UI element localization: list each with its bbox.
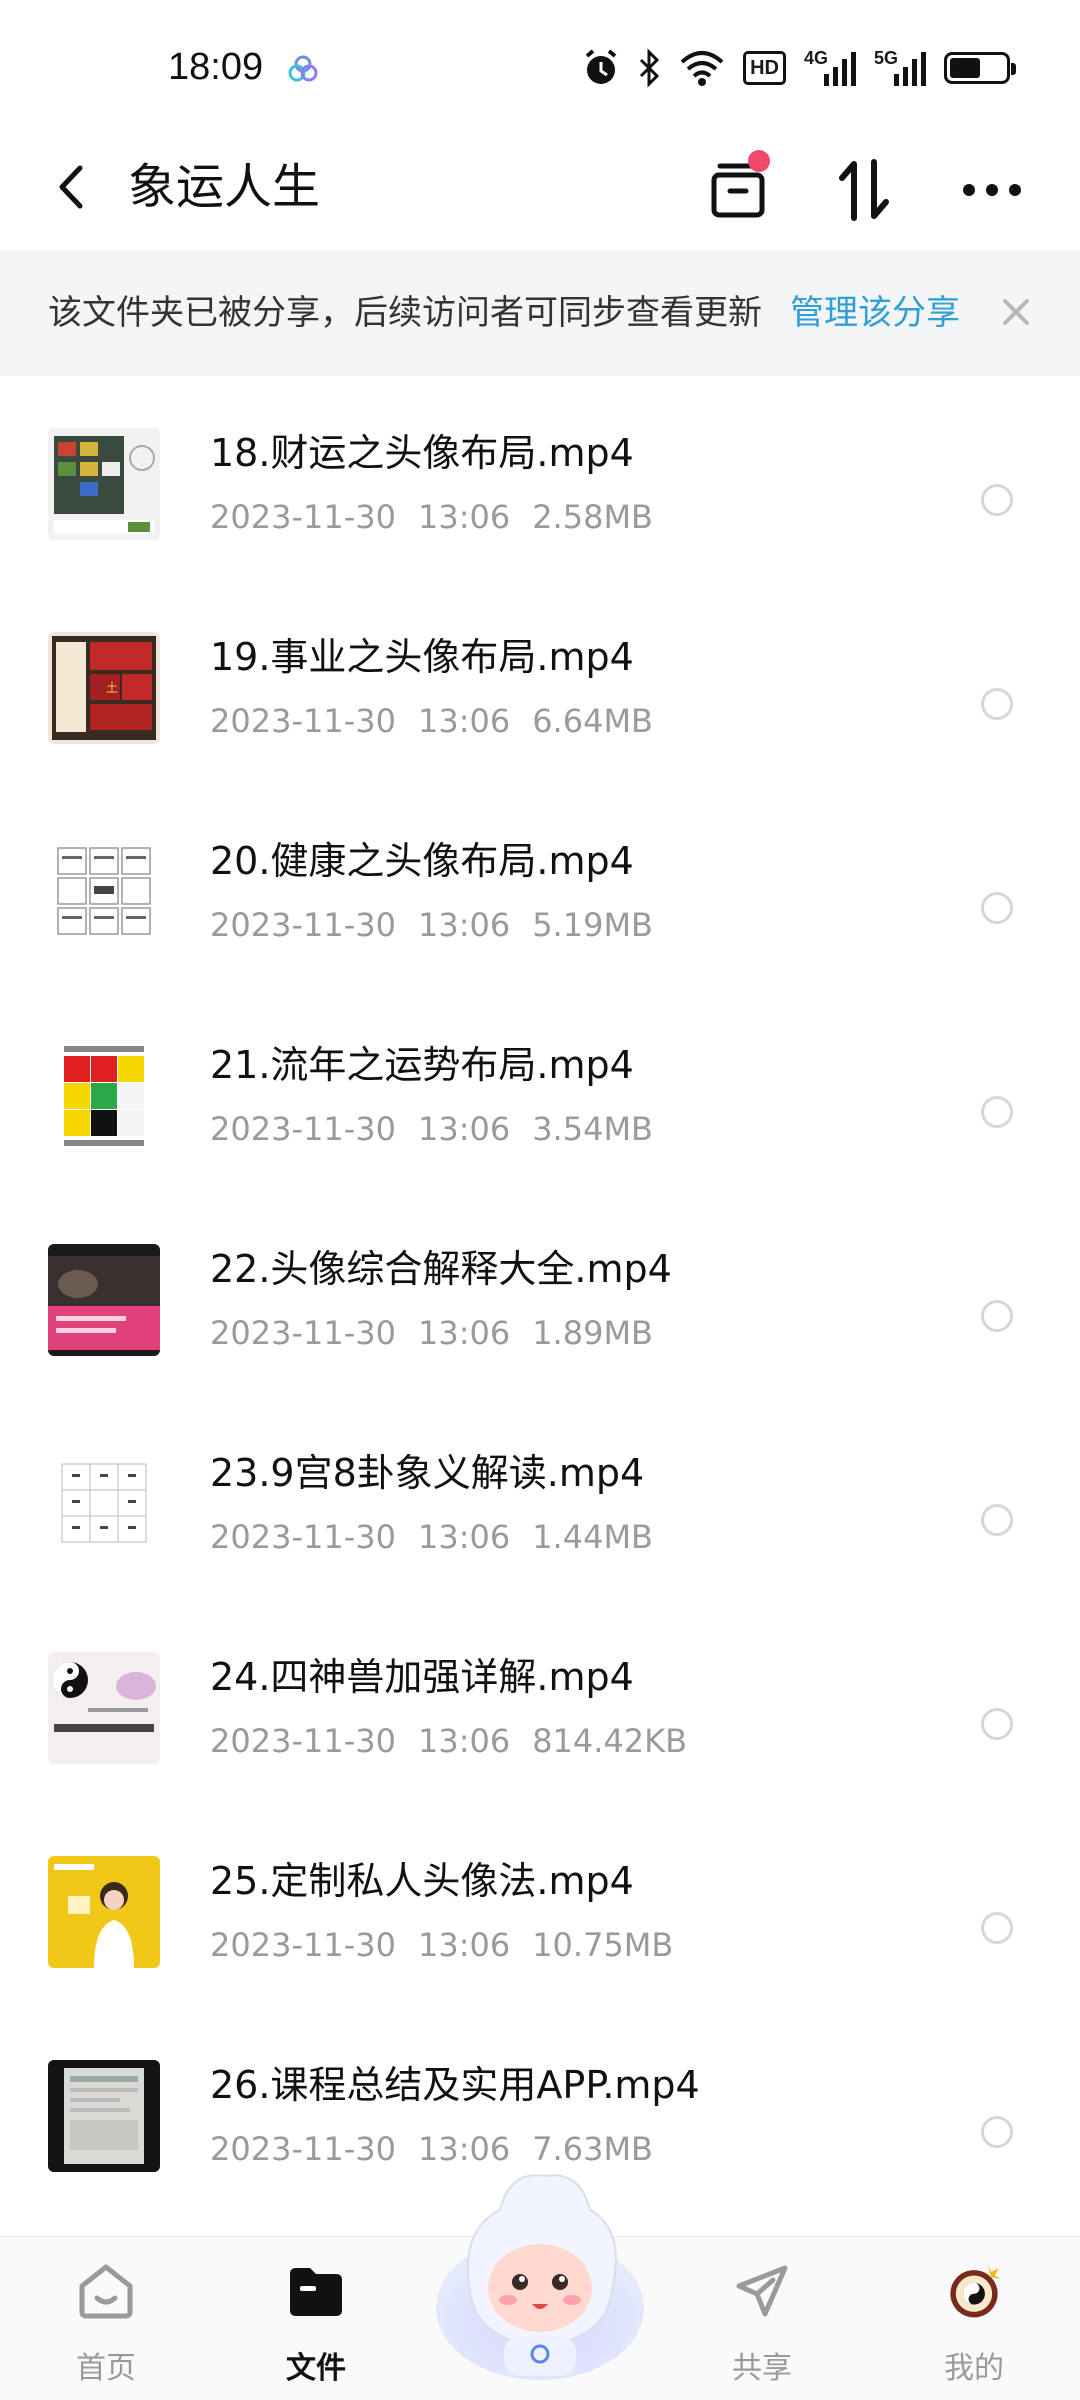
file-name: 23.9宫8卦象义解读.mp4 xyxy=(210,1451,645,1495)
status-bar: 18:09 HD 4G 5G xyxy=(0,0,1080,130)
video-thumbnail xyxy=(48,1040,160,1152)
more-icon xyxy=(963,184,1021,196)
video-thumbnail xyxy=(48,1856,160,1968)
file-meta: 2023-11-30 13:06 3.54MB xyxy=(210,1110,653,1148)
header: 象运人生 xyxy=(0,130,1080,250)
select-radio[interactable] xyxy=(981,1708,1013,1740)
back-icon xyxy=(59,165,83,209)
back-button[interactable] xyxy=(46,152,96,222)
file-name: 26.课程总结及实用APP.mp4 xyxy=(210,2063,700,2107)
manage-share-link[interactable]: 管理该分享 xyxy=(790,290,960,336)
share-banner: 该文件夹已被分享，后续访问者可同步查看更新 管理该分享 xyxy=(0,250,1080,376)
battery-level xyxy=(950,58,980,78)
file-meta: 2023-11-30 13:06 1.89MB xyxy=(210,1314,653,1352)
bluetooth-icon xyxy=(640,48,660,88)
select-radio[interactable] xyxy=(981,892,1013,924)
share-banner-text: 该文件夹已被分享，后续访问者可同步查看更新 xyxy=(48,293,762,333)
file-name: 19.事业之头像布局.mp4 xyxy=(210,635,634,679)
battery-icon xyxy=(944,48,1016,88)
svg-text:土: 土 xyxy=(106,681,118,695)
nav-label-me: 我的 xyxy=(944,2351,1004,2386)
banner-close-button[interactable] xyxy=(988,284,1044,340)
file-row[interactable]: 土 19.事业之头像布局.mp4 2023-11-30 13:06 6.64MB xyxy=(0,580,1080,784)
hd-badge: HD xyxy=(743,48,786,88)
avatar xyxy=(950,2264,1001,2318)
file-row[interactable]: 20.健康之头像布局.mp4 2023-11-30 13:06 5.19MB xyxy=(0,784,1080,988)
folder-icon xyxy=(290,2268,342,2316)
select-radio[interactable] xyxy=(981,1096,1013,1128)
file-row[interactable]: 22.头像综合解释大全.mp4 2023-11-30 13:06 1.89MB xyxy=(0,1192,1080,1396)
inbox-button[interactable] xyxy=(698,150,778,230)
select-radio[interactable] xyxy=(981,1300,1013,1332)
nav-label-share: 共享 xyxy=(732,2351,792,2386)
video-thumbnail xyxy=(48,2060,160,2172)
nav-item-share[interactable]: 共享 xyxy=(682,2247,842,2397)
signal-icon xyxy=(894,52,926,86)
file-meta: 2023-11-30 13:06 6.64MB xyxy=(210,702,653,740)
file-meta: 2023-11-30 13:06 814.42KB xyxy=(210,1722,688,1760)
sort-icon xyxy=(839,159,889,221)
share-icon xyxy=(736,2265,788,2317)
file-meta: 2023-11-30 13:06 10.75MB xyxy=(210,1926,674,1964)
file-meta: 2023-11-30 13:06 5.19MB xyxy=(210,906,653,944)
file-name: 18.财运之头像布局.mp4 xyxy=(210,431,634,475)
nav-item-me[interactable]: 我的 xyxy=(894,2247,1054,2397)
file-row[interactable]: 24.四神兽加强详解.mp4 2023-11-30 13:06 814.42KB xyxy=(0,1600,1080,1804)
file-name: 24.四神兽加强详解.mp4 xyxy=(210,1655,634,1699)
video-thumbnail xyxy=(48,1652,160,1764)
video-thumbnail xyxy=(48,1448,160,1560)
app-cloud-icon xyxy=(288,55,318,82)
nav-item-files[interactable]: 文件 xyxy=(236,2247,396,2397)
file-row[interactable]: 23.9宫8卦象义解读.mp4 2023-11-30 13:06 1.44MB xyxy=(0,1396,1080,1600)
alarm-icon xyxy=(585,49,617,84)
file-row[interactable]: 18.财运之头像布局.mp4 2023-11-30 13:06 2.58MB xyxy=(0,376,1080,580)
file-row[interactable]: 21.流年之运势布局.mp4 2023-11-30 13:06 3.54MB xyxy=(0,988,1080,1192)
file-row[interactable]: 25.定制私人头像法.mp4 2023-11-30 13:06 10.75MB xyxy=(0,1804,1080,2008)
file-name: 21.流年之运势布局.mp4 xyxy=(210,1043,634,1087)
signal-icon xyxy=(823,52,856,86)
video-thumbnail: 土 xyxy=(48,632,160,744)
file-meta: 2023-11-30 13:06 2.58MB xyxy=(210,498,653,536)
nav-label-files: 文件 xyxy=(286,2351,346,2386)
file-meta: 2023-11-30 13:06 1.44MB xyxy=(210,1518,653,1556)
video-thumbnail xyxy=(48,836,160,948)
nav-label-home: 首页 xyxy=(76,2351,136,2386)
home-icon xyxy=(79,2264,133,2319)
select-radio[interactable] xyxy=(981,688,1013,720)
video-thumbnail xyxy=(48,428,160,540)
more-button[interactable] xyxy=(952,150,1032,230)
sort-button[interactable] xyxy=(824,150,904,230)
page-title: 象运人生 xyxy=(128,159,321,215)
file-name: 20.健康之头像布局.mp4 xyxy=(210,839,634,883)
nav-item-home[interactable]: 首页 xyxy=(26,2247,186,2397)
wifi-icon xyxy=(680,51,724,86)
status-time: 18:09 xyxy=(168,46,264,88)
select-radio[interactable] xyxy=(981,484,1013,516)
signal-5g: 5G xyxy=(874,48,926,88)
status-indicators: HD 4G 5G xyxy=(583,46,1016,90)
select-radio[interactable] xyxy=(981,1504,1013,1536)
file-name: 22.头像综合解释大全.mp4 xyxy=(210,1247,672,1291)
assistant-mascot-button[interactable] xyxy=(430,2140,650,2390)
video-thumbnail xyxy=(48,1244,160,1356)
file-name: 25.定制私人头像法.mp4 xyxy=(210,1859,634,1903)
select-radio[interactable] xyxy=(981,1912,1013,1944)
close-icon xyxy=(1003,299,1029,325)
signal-4g: 4G xyxy=(804,48,856,88)
notification-dot xyxy=(748,150,770,172)
select-radio[interactable] xyxy=(981,2116,1013,2148)
